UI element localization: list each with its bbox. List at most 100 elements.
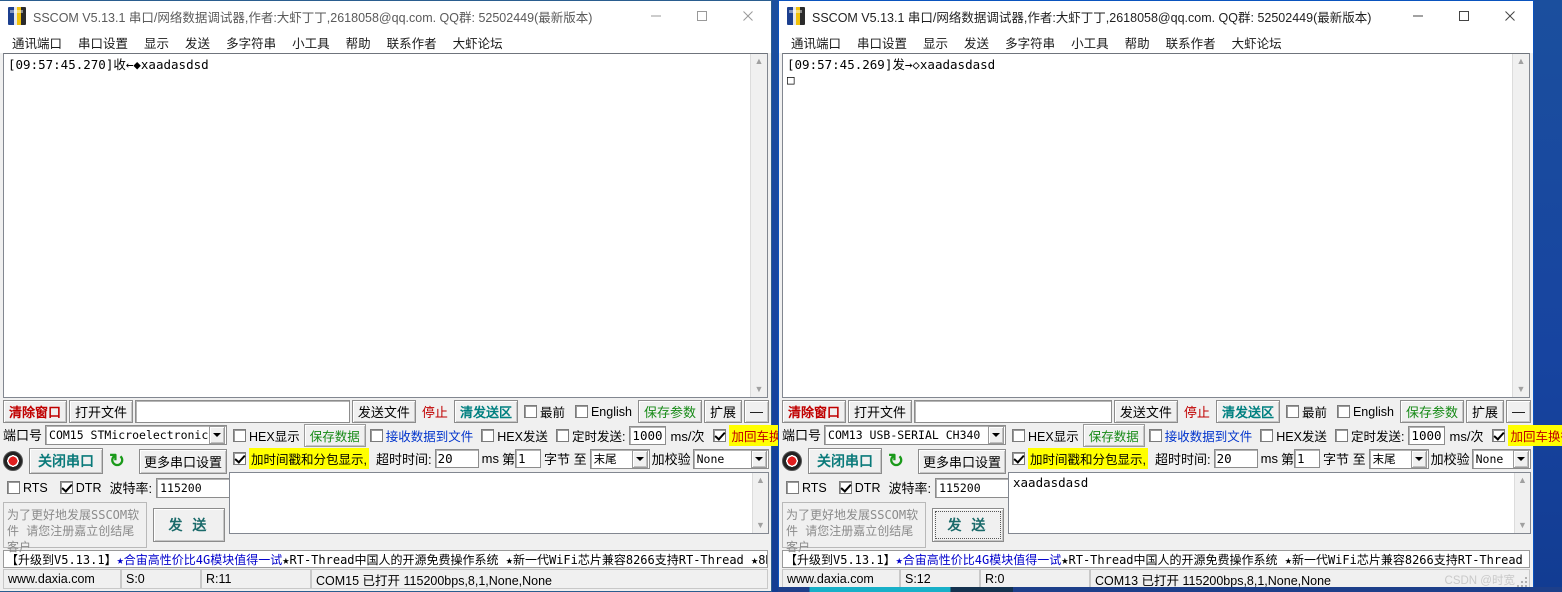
byte-index-input[interactable]: 1 xyxy=(514,449,541,468)
send-area-right[interactable]: xaadasdasd ▲ ▼ xyxy=(1008,472,1531,534)
chevron-down-icon[interactable] xyxy=(209,425,225,444)
timed-send-checkbox-box[interactable] xyxy=(555,429,569,442)
promo-marquee-right[interactable]: 【升级到V5.13.1】 ★合宙高性价比4G模块值得一试 ★RT-Thread中… xyxy=(782,550,1530,568)
crlf-checkbox[interactable]: 加回车换行 xyxy=(1488,425,1562,446)
dtr-checkbox[interactable]: DTR xyxy=(56,481,106,495)
hex-send-checkbox-box[interactable] xyxy=(1260,429,1274,442)
send-file-button[interactable]: 发送文件 xyxy=(1113,400,1178,423)
save-data-button[interactable]: 保存数据 xyxy=(303,424,366,447)
status-website[interactable]: www.daxia.com xyxy=(3,569,121,589)
port-select[interactable]: COM15 STMicroelectronics S xyxy=(45,424,227,445)
send-scrollbar[interactable]: ▲ ▼ xyxy=(752,473,768,533)
port-select[interactable]: COM13 USB-SERIAL CH340 xyxy=(824,424,1006,445)
chevron-down-icon[interactable] xyxy=(751,449,767,468)
minimize-icon[interactable] xyxy=(633,1,679,31)
rts-checkbox-box[interactable] xyxy=(7,481,20,494)
menu-item-send[interactable]: 发送 xyxy=(177,32,218,53)
english-checkbox[interactable]: English xyxy=(571,400,636,423)
menu-item-display[interactable]: 显示 xyxy=(136,32,177,53)
send-text[interactable] xyxy=(230,473,752,533)
topmost-checkbox[interactable]: 最前 xyxy=(520,400,569,423)
topmost-checkbox[interactable]: 最前 xyxy=(1282,400,1331,423)
topmost-checkbox-box[interactable] xyxy=(1285,405,1299,418)
save-params-button[interactable]: 保存参数 xyxy=(637,400,702,423)
maximize-icon[interactable] xyxy=(1441,1,1487,31)
hex-display-checkbox-box[interactable] xyxy=(233,429,246,442)
english-checkbox[interactable]: English xyxy=(1333,400,1398,423)
titlebar-right[interactable]: SSCOM V5.13.1 串口/网络数据调试器,作者:大虾丁丁,2618058… xyxy=(779,1,1533,31)
send-file-button[interactable]: 发送文件 xyxy=(351,400,416,423)
open-file-button[interactable]: 打开文件 xyxy=(848,400,913,423)
chevron-down-icon[interactable] xyxy=(1410,449,1427,468)
menu-item-multi-string[interactable]: 多字符串 xyxy=(997,32,1063,53)
refresh-icon[interactable]: ↻ xyxy=(888,452,904,471)
checksum-select[interactable]: None xyxy=(692,448,769,469)
timed-send-interval-input[interactable]: 1000 xyxy=(1408,426,1445,445)
send-button[interactable]: 发 送 xyxy=(153,508,225,542)
timestamp-checkbox[interactable]: 加时间戳和分包显示, xyxy=(1008,448,1152,469)
menu-item-send[interactable]: 发送 xyxy=(956,32,997,53)
clear-send-area-button[interactable]: 清发送区 xyxy=(1215,400,1280,423)
menu-item-forum[interactable]: 大虾论坛 xyxy=(1224,32,1290,53)
window-controls[interactable] xyxy=(1395,1,1533,31)
open-file-button[interactable]: 打开文件 xyxy=(69,400,134,423)
hex-display-checkbox[interactable]: HEX显示 xyxy=(229,426,304,445)
dtr-checkbox-box[interactable] xyxy=(59,481,73,494)
menu-item-contact-author[interactable]: 联系作者 xyxy=(379,32,445,53)
topmost-checkbox-box[interactable] xyxy=(523,405,537,418)
clear-send-area-button[interactable]: 清发送区 xyxy=(453,400,518,423)
rts-checkbox[interactable]: RTS xyxy=(3,481,52,495)
receive-scrollbar[interactable]: ▲ ▼ xyxy=(750,54,767,397)
stop-button[interactable]: 停止 xyxy=(418,400,452,423)
chevron-down-icon[interactable] xyxy=(1513,449,1529,468)
menubar-left[interactable]: 通讯端口 串口设置 显示 发送 多字符串 小工具 帮助 联系作者 大虾论坛 xyxy=(0,31,771,53)
resize-grip-icon[interactable] xyxy=(1515,575,1527,587)
send-text[interactable]: xaadasdasd xyxy=(1009,473,1514,533)
marquee-ad[interactable]: ★合宙高性价比4G模块值得一试 xyxy=(117,551,283,567)
timed-send-checkbox[interactable]: 定时发送: xyxy=(1331,426,1408,445)
send-area-left[interactable]: ▲ ▼ xyxy=(229,472,769,534)
menu-item-multi-string[interactable]: 多字符串 xyxy=(218,32,284,53)
menu-item-serial-settings[interactable]: 串口设置 xyxy=(70,32,136,53)
hex-display-checkbox[interactable]: HEX显示 xyxy=(1008,426,1083,445)
refresh-icon[interactable]: ↻ xyxy=(109,452,125,471)
scroll-up-icon[interactable]: ▲ xyxy=(755,54,764,69)
expand-button[interactable]: 扩展 xyxy=(1465,400,1504,423)
menu-item-help[interactable]: 帮助 xyxy=(1117,32,1158,53)
send-scrollbar[interactable]: ▲ ▼ xyxy=(1514,473,1530,533)
receive-scrollbar[interactable]: ▲ ▼ xyxy=(1512,54,1529,397)
scroll-down-icon[interactable]: ▼ xyxy=(1518,518,1527,533)
recv-to-file-checkbox[interactable]: 接收数据到文件 xyxy=(1145,426,1257,445)
byte-end-select[interactable]: 末尾 xyxy=(1368,448,1429,469)
menu-item-display[interactable]: 显示 xyxy=(915,32,956,53)
more-port-settings-button[interactable]: 更多串口设置 xyxy=(917,448,1006,474)
scroll-down-icon[interactable]: ▼ xyxy=(756,518,765,533)
close-port-button[interactable]: 关闭串口 xyxy=(808,448,882,474)
scroll-up-icon[interactable]: ▲ xyxy=(1517,54,1526,69)
timeout-input[interactable]: 20 xyxy=(1213,449,1258,468)
titlebar-left[interactable]: SSCOM V5.13.1 串口/网络数据调试器,作者:大虾丁丁,2618058… xyxy=(0,1,771,31)
menu-item-tools[interactable]: 小工具 xyxy=(284,32,338,53)
clear-window-button[interactable]: 清除窗口 xyxy=(782,400,847,423)
english-checkbox-box[interactable] xyxy=(574,405,588,418)
menu-item-contact-author[interactable]: 联系作者 xyxy=(1158,32,1224,53)
file-path-input[interactable] xyxy=(914,400,1112,423)
timed-send-checkbox-box[interactable] xyxy=(1334,429,1348,442)
recv-to-file-checkbox-box[interactable] xyxy=(1148,429,1162,442)
scroll-up-icon[interactable]: ▲ xyxy=(756,473,765,488)
crlf-checkbox-box[interactable] xyxy=(713,429,727,442)
save-params-button[interactable]: 保存参数 xyxy=(1399,400,1464,423)
checksum-select[interactable]: None xyxy=(1471,448,1531,469)
expand-button[interactable]: 扩展 xyxy=(703,400,742,423)
marquee-ad[interactable]: ★合宙高性价比4G模块值得一试 xyxy=(896,551,1062,567)
scroll-down-icon[interactable]: ▼ xyxy=(1517,382,1526,397)
hex-send-checkbox-box[interactable] xyxy=(481,429,495,442)
timed-send-interval-input[interactable]: 1000 xyxy=(629,426,666,445)
menu-item-serial-settings[interactable]: 串口设置 xyxy=(849,32,915,53)
collapse-button[interactable]: — xyxy=(744,400,769,423)
menu-item-forum[interactable]: 大虾论坛 xyxy=(445,32,511,53)
menu-item-tools[interactable]: 小工具 xyxy=(1063,32,1117,53)
menubar-right[interactable]: 通讯端口 串口设置 显示 发送 多字符串 小工具 帮助 联系作者 大虾论坛 xyxy=(779,31,1533,53)
menu-item-comm-port[interactable]: 通讯端口 xyxy=(4,32,70,53)
collapse-button[interactable]: — xyxy=(1506,400,1531,423)
